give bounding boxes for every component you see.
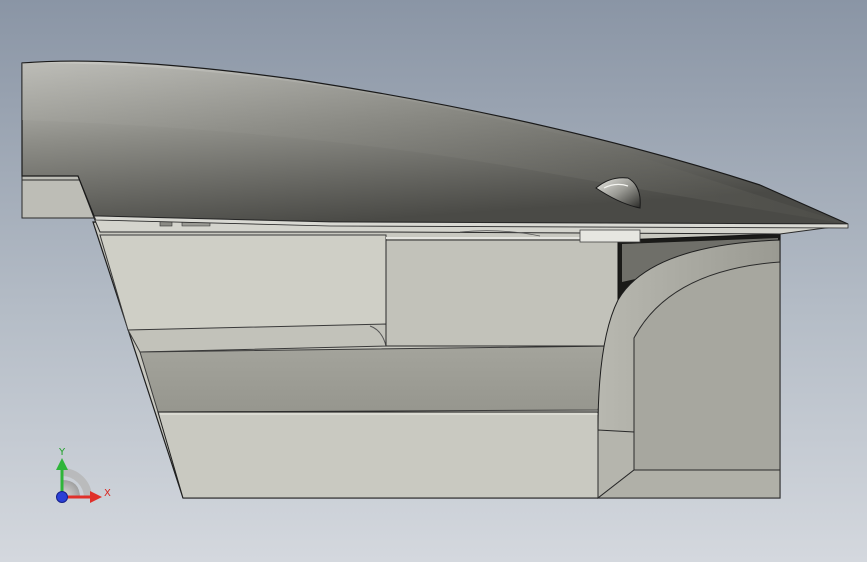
view-triad[interactable]: Y X <box>56 447 111 503</box>
triad-x-arrow-icon <box>90 491 102 503</box>
triad-x-label: X <box>104 488 111 499</box>
hood-surface <box>21 60 849 229</box>
raised-block <box>385 237 620 347</box>
triad-y-arrow-icon <box>56 458 68 470</box>
cad-model-view[interactable]: Y X <box>0 0 867 562</box>
triad-z-dot-icon <box>56 491 68 503</box>
graphics-viewport[interactable]: Y X <box>0 0 867 562</box>
triad-y-label: Y <box>58 447 66 458</box>
